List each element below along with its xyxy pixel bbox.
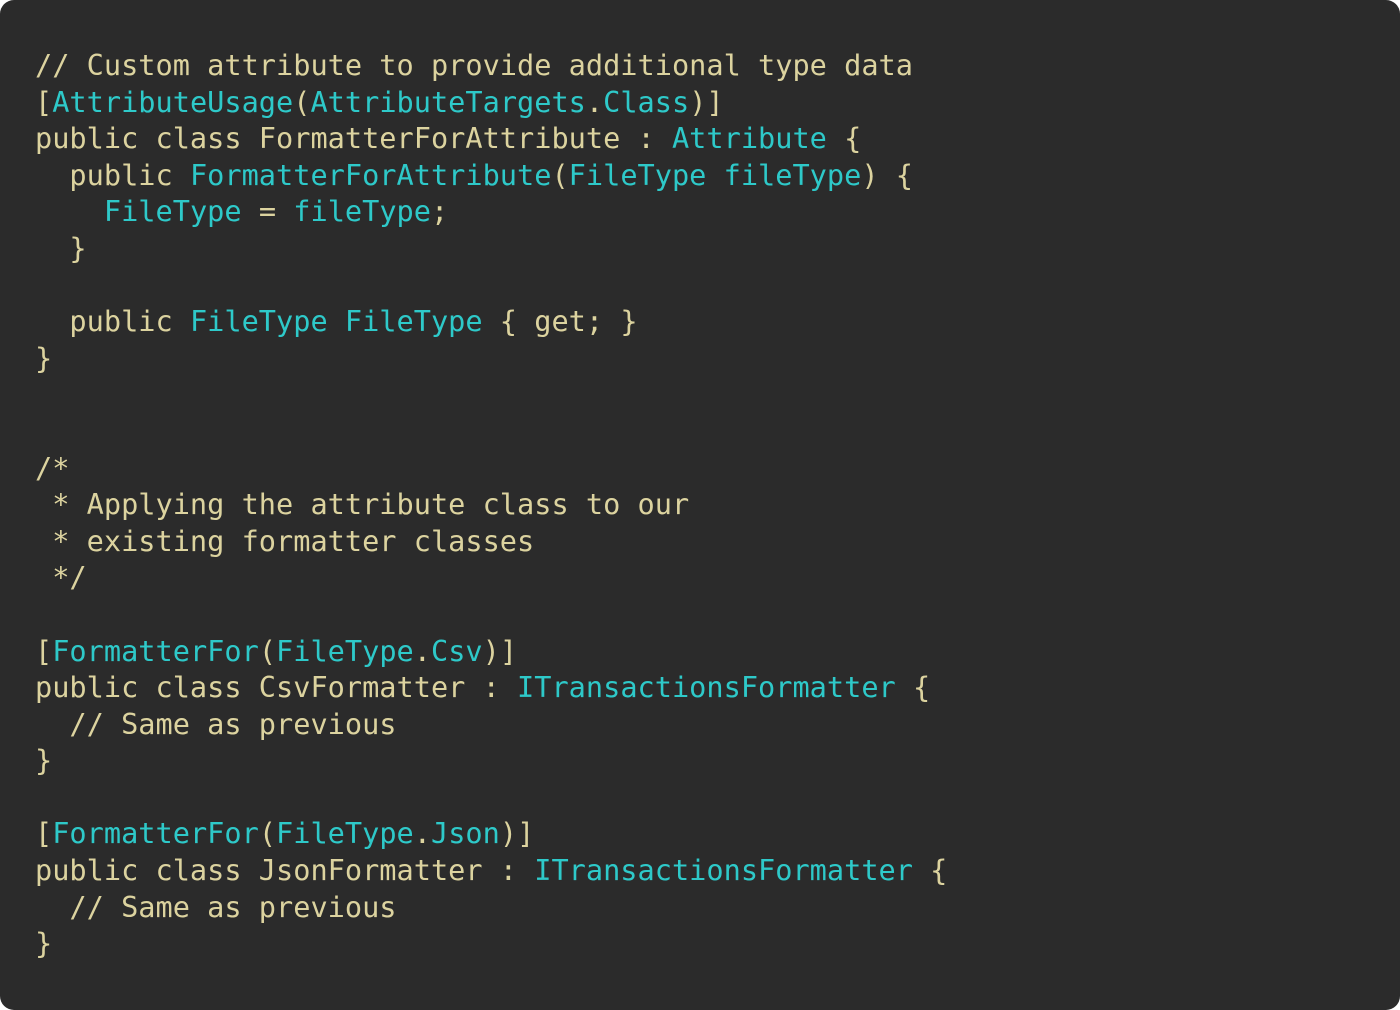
code-token: ) { — [861, 157, 913, 192]
code-token: // Custom attribute to provide additiona… — [35, 48, 913, 82]
code-token: { — [826, 121, 862, 156]
code-token: } — [35, 743, 53, 778]
code-line: } — [35, 340, 1400, 377]
code-token: public class CsvFormatter : — [35, 670, 518, 705]
code-token-type: Csv — [430, 633, 483, 668]
code-token-type: FileType — [276, 633, 414, 668]
code-line: // Same as previous — [35, 706, 1400, 743]
code-token: ( — [258, 633, 277, 668]
code-editor: // Custom attribute to provide additiona… — [0, 0, 1400, 1010]
code-line: public FormatterForAttribute(FileType fi… — [35, 157, 1400, 194]
code-token: { — [895, 670, 931, 705]
code-line: public FileType FileType { get; } — [35, 303, 1400, 340]
code-line: } — [35, 925, 1400, 962]
code-token-type: FileType fileType — [568, 157, 862, 192]
code-token-type: AttributeUsage — [52, 84, 294, 119]
code-token-type: FileType — [276, 816, 414, 851]
code-token: ( — [293, 84, 311, 119]
code-token: [ — [35, 816, 53, 851]
code-token: /* — [35, 450, 70, 485]
code-token: * Applying the attribute class to our — [35, 487, 690, 522]
code-token-type: AttributeTargets — [310, 84, 586, 119]
code-token-type: FormatterFor — [52, 816, 259, 851]
code-token-type: FileType FileType — [189, 304, 483, 339]
code-line: // Custom attribute to provide additiona… — [35, 47, 1400, 84]
code-line: // Same as previous — [35, 889, 1400, 926]
code-token-type: FormatterForAttribute — [189, 157, 552, 192]
code-token-type: ITransactionsFormatter — [517, 670, 896, 705]
code-line: * Applying the attribute class to our — [35, 486, 1400, 523]
code-block: // Custom attribute to provide additiona… — [35, 47, 1400, 962]
code-token: public class FormatterForAttribute : — [35, 121, 672, 156]
code-token-type: Attribute — [671, 121, 827, 156]
code-token-type: Json — [430, 816, 500, 851]
code-line: } — [35, 230, 1400, 267]
code-line: public class CsvFormatter : ITransaction… — [35, 669, 1400, 706]
code-token: * existing formatter classes — [35, 523, 535, 558]
code-token: } — [35, 340, 53, 375]
code-token: . — [413, 816, 431, 851]
code-token-type: ITransactionsFormatter — [534, 853, 913, 888]
code-line: [FormatterFor(FileType.Json)] — [35, 815, 1400, 852]
code-token: // Same as previous — [35, 706, 397, 741]
code-token: { — [912, 853, 948, 888]
code-token: . — [413, 633, 431, 668]
code-line: [AttributeUsage(AttributeTargets.Class)] — [35, 84, 1400, 121]
code-token: */ — [35, 560, 87, 595]
code-token: ( — [551, 157, 569, 192]
code-line: public class JsonFormatter : ITransactio… — [35, 852, 1400, 889]
code-token: } — [35, 230, 87, 265]
code-line: /* — [35, 450, 1400, 487]
code-token: )] — [689, 84, 724, 119]
code-token: public class JsonFormatter : — [35, 853, 535, 888]
code-token: ; — [431, 194, 449, 229]
code-token: = — [241, 194, 294, 229]
code-token: [ — [35, 633, 53, 668]
code-line: [FormatterFor(FileType.Csv)] — [35, 633, 1400, 670]
code-token: . — [585, 84, 604, 119]
code-token: public — [35, 304, 190, 339]
code-token-type: Class — [603, 84, 690, 119]
code-line: * existing formatter classes — [35, 523, 1400, 560]
code-line: } — [35, 742, 1400, 779]
code-line: public class FormatterForAttribute : Att… — [35, 120, 1400, 157]
code-token: [ — [35, 84, 53, 119]
code-token: )] — [482, 633, 518, 668]
code-token: public — [35, 157, 190, 192]
code-line: FileType = fileType; — [35, 193, 1400, 230]
code-line: */ — [35, 559, 1400, 596]
code-token: } — [35, 926, 53, 961]
code-token: { get; } — [482, 304, 638, 339]
code-token: // Same as previous — [35, 889, 397, 924]
code-token-type: fileType — [293, 194, 431, 229]
code-token: ( — [258, 816, 277, 851]
code-token: )] — [499, 816, 535, 851]
code-token-type: FormatterFor — [52, 633, 259, 668]
code-token-type: FileType — [103, 194, 242, 229]
